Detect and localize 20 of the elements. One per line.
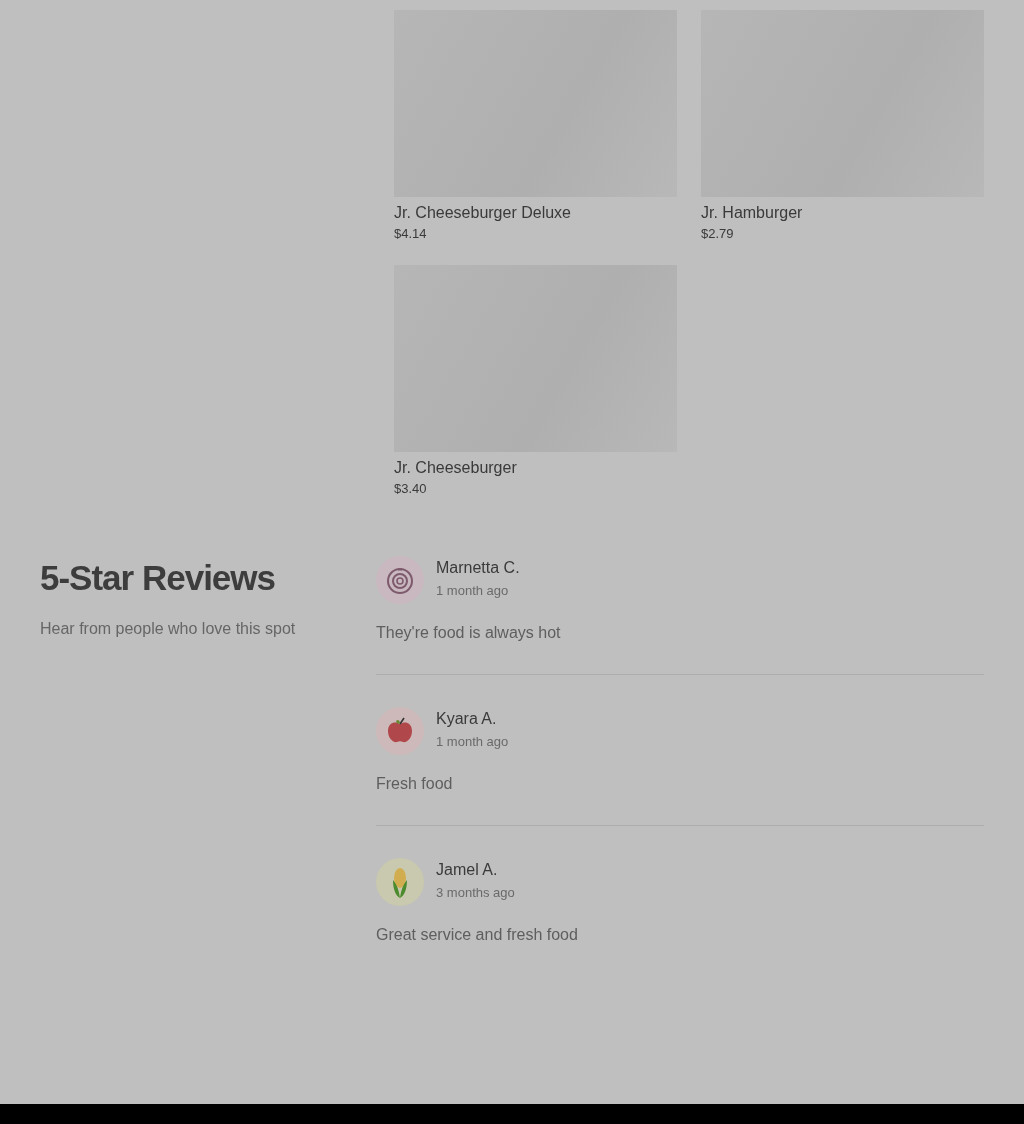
corn-icon <box>393 868 407 898</box>
section-subtitle: Hear from people who love this spot <box>40 620 297 638</box>
item-name: Jr. Cheeseburger Deluxe <box>394 203 572 223</box>
review-time: 1 month ago <box>436 734 509 749</box>
review-text: Fresh food <box>376 775 454 793</box>
review-time: 1 month ago <box>436 583 510 598</box>
item-price: $3.40 <box>394 481 428 496</box>
item-name: Jr. Cheeseburger <box>394 458 518 478</box>
reviewer-name: Marnetta C. <box>436 558 520 578</box>
review-text: Great service and fresh food <box>376 926 579 944</box>
item-name: Jr. Hamburger <box>701 203 804 223</box>
reviewer-name: Kyara A. <box>436 709 498 729</box>
reviewer-name: Jamel A. <box>436 860 499 880</box>
apple-icon <box>388 717 412 743</box>
item-price: $2.79 <box>701 226 735 241</box>
section-heading: 5-Star Reviews <box>40 557 277 599</box>
review-time: 3 months ago <box>436 885 515 900</box>
item-price: $4.14 <box>394 226 428 241</box>
onion-icon <box>387 568 413 594</box>
review-text: They're food is always hot <box>376 624 562 642</box>
